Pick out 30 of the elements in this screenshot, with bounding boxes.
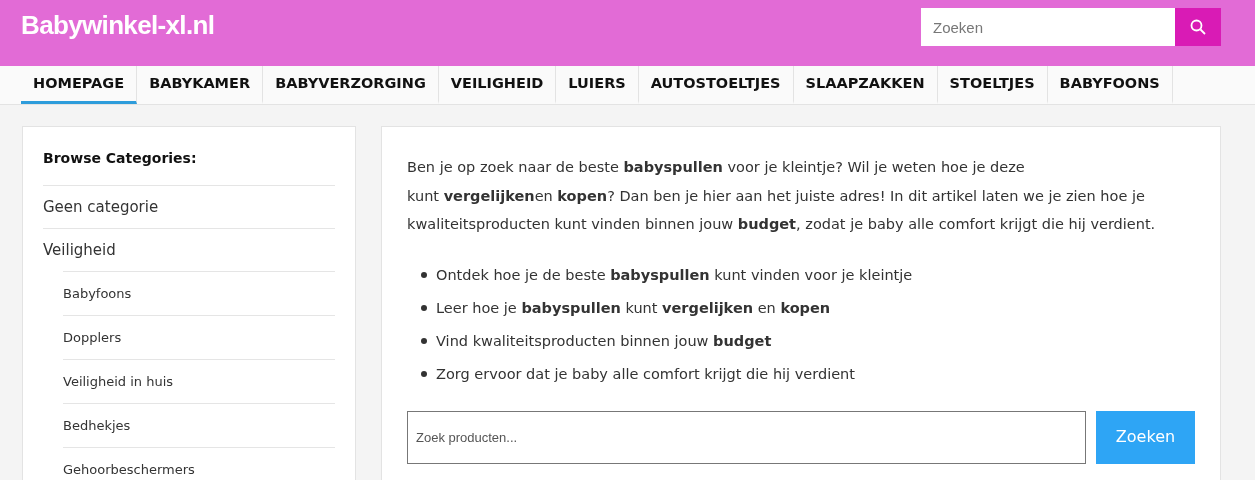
category-link[interactable]: Geen categorie (43, 198, 159, 216)
nav-tab[interactable]: BABYVERZORGING (263, 66, 439, 104)
nav-tab[interactable]: VEILIGHEID (438, 66, 557, 104)
bullet-icon (421, 305, 427, 311)
bullet-text: Leer hoe je babyspullen kunt vergelijken en kopen (436, 298, 831, 318)
nav-tab[interactable]: HOMEPAGE (21, 66, 138, 104)
bullet-text: Ontdek hoe je de beste babyspullen kunt vinden voor je kleintje (436, 265, 913, 285)
bullet-text: Vind kwaliteitsproducten binnen jouw budget (436, 331, 772, 351)
bullet-icon (421, 338, 427, 344)
search-field[interactable]: Zoeken (921, 8, 1175, 46)
intro-paragraph: Ben je op zoek naar de beste babyspullen voor je kleintje? Wil je weten hoe je deze kunt vergelijkenen kopen? Dan ben je hier aan het juiste adres! In dit artikel laten we je zien hoe je kwaliteitsproducten kunt vinden binnen jouw budget, zodat je baby alle comfort krijgt die hij verdient. (407, 158, 1157, 234)
nav-tab[interactable]: BABYKAMER (137, 66, 264, 104)
nav-tab[interactable]: AUTOSTOELTJES (638, 66, 794, 104)
sidebar-title: Browse Categories: (43, 149, 198, 168)
nav-tab[interactable]: LUIERS (556, 66, 639, 104)
category-link[interactable]: Veiligheid (43, 241, 116, 259)
category-link[interactable]: Veiligheid in huis (63, 374, 174, 389)
bullet-text: Zorg ervoor dat je baby alle comfort krijgt die hij verdient (436, 364, 855, 384)
bullet-icon (421, 272, 427, 278)
search-button[interactable] (1175, 8, 1221, 46)
category-link[interactable]: Babyfoons (63, 286, 132, 301)
category-link[interactable]: Dopplers (63, 330, 122, 345)
nav-tab[interactable]: SLAAPZAKKEN (793, 66, 938, 104)
nav-tab[interactable]: BABYFOONS (1047, 66, 1173, 104)
search-icon (1190, 19, 1206, 35)
category-link[interactable]: Bedhekjes (63, 418, 131, 433)
bullet-icon (421, 371, 427, 377)
product-search-field[interactable]: Zoek producten... (407, 410, 1086, 464)
category-link[interactable]: Gehoorbeschermers (63, 462, 195, 477)
nav-tab[interactable]: STOELTJES (937, 66, 1048, 104)
